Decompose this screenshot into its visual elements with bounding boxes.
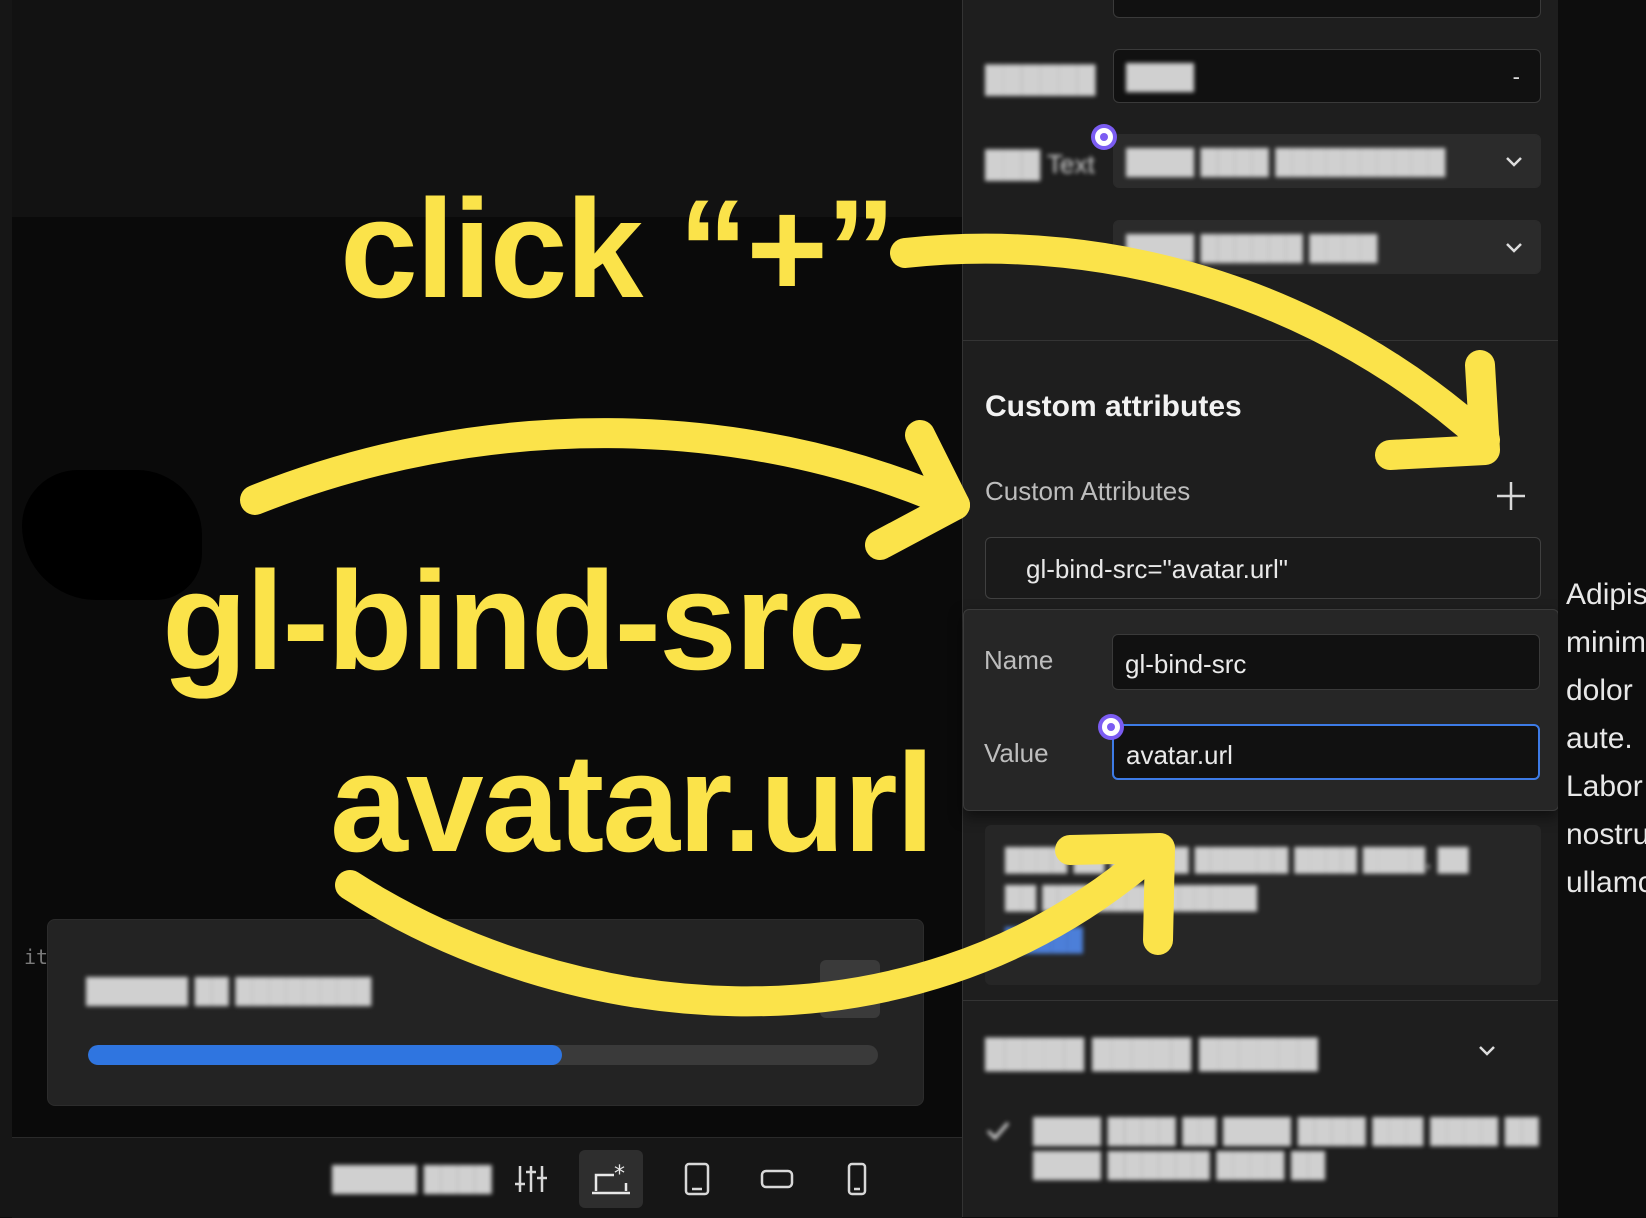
arrow-to-plus xyxy=(890,233,1500,455)
annotation-click-plus: click “+” xyxy=(340,170,896,327)
arrow-to-name xyxy=(240,418,970,520)
annotation-attribute-name: gl-bind-src xyxy=(162,542,865,699)
annotation-attribute-value: avatar.url xyxy=(330,724,935,881)
